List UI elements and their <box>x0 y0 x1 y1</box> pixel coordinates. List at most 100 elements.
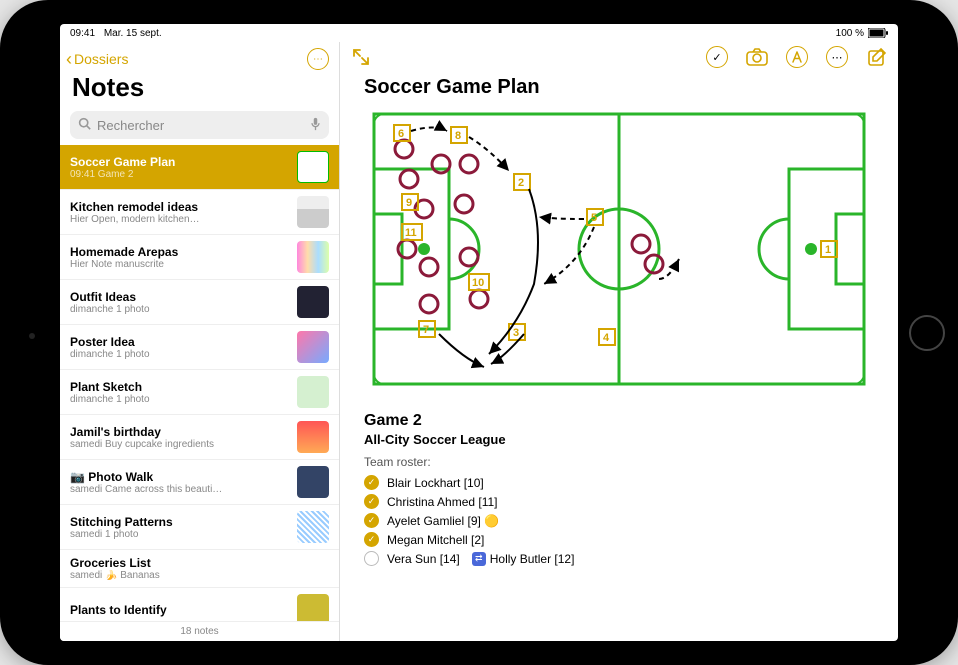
note-row-sub: 09:41 Game 2 <box>70 169 289 180</box>
note-row-title: Outfit Ideas <box>70 290 289 304</box>
roster-name: Megan Mitchell [2] <box>387 533 484 547</box>
note-row[interactable]: Plant Sketchdimanche 1 photo <box>60 370 339 415</box>
note-row-title: Homemade Arepas <box>70 245 289 259</box>
note-row-sub: dimanche 1 photo <box>70 304 289 315</box>
roster-name: Christina Ahmed [11] <box>387 495 498 509</box>
screen: 09:41 Mar. 15 sept. 100 % ‹ Dossiers ⋯ N… <box>60 24 898 641</box>
note-thumbnail <box>297 151 329 183</box>
player-2: 2 <box>514 174 530 190</box>
note-row-sub: samedi Buy cupcake ingredients <box>70 439 289 450</box>
svg-text:7: 7 <box>423 324 429 336</box>
note-thumbnail <box>297 331 329 363</box>
note-row[interactable]: Soccer Game Plan09:41 Game 2 <box>60 145 339 190</box>
back-button[interactable]: ‹ Dossiers <box>66 49 128 70</box>
note-row-sub: samedi 1 photo <box>70 529 289 540</box>
roster-item[interactable]: ✓ Christina Ahmed [11] <box>364 494 874 509</box>
svg-text:11: 11 <box>405 227 417 239</box>
checklist-checkbox[interactable]: ✓ <box>364 513 379 528</box>
checklist-checkbox[interactable]: ✓ <box>364 494 379 509</box>
player-6: 6 <box>394 125 410 141</box>
note-row-title: Stitching Patterns <box>70 515 289 529</box>
note-row-sub: dimanche 1 photo <box>70 349 289 360</box>
note-row[interactable]: Plants to Identify <box>60 588 339 621</box>
note-row[interactable]: 📷 Photo Walksamedi Came across this beau… <box>60 460 339 505</box>
roster-item[interactable]: ✓ Blair Lockhart [10] <box>364 475 874 490</box>
roster-item[interactable]: ✓Ayelet Gamliel [9] 🟡 <box>364 513 874 528</box>
sidebar-header: ‹ Dossiers ⋯ <box>60 42 339 70</box>
note-row-title: 📷 Photo Walk <box>70 470 289 484</box>
search-icon <box>78 117 91 133</box>
game-heading: Game 2 <box>364 412 874 430</box>
note-row[interactable]: Kitchen remodel ideasHier Open, modern k… <box>60 190 339 235</box>
svg-text:9: 9 <box>406 197 412 209</box>
dictation-icon[interactable] <box>310 117 321 134</box>
svg-text:6: 6 <box>398 128 404 140</box>
note-thumbnail <box>297 241 329 273</box>
sidebar-footer: 18 notes <box>60 621 339 641</box>
roster-swap: ⇄Holly Butler [12] <box>472 552 575 566</box>
note-row-title: Jamil's birthday <box>70 425 289 439</box>
note-thumbnail <box>297 511 329 543</box>
svg-text:10: 10 <box>472 277 484 289</box>
note-thumbnail <box>297 594 329 621</box>
soccer-field-drawing: 6 8 2 9 11 10 7 3 5 4 1 <box>364 109 874 389</box>
player-4: 4 <box>599 329 615 345</box>
expand-icon[interactable] <box>350 46 372 68</box>
roster-name: Vera Sun [14] <box>387 552 460 566</box>
note-row-sub: dimanche 1 photo <box>70 394 289 405</box>
svg-text:2: 2 <box>518 177 524 189</box>
checklist-checkbox[interactable]: ✓ <box>364 532 379 547</box>
back-label: Dossiers <box>74 51 128 67</box>
roster-label: Team roster: <box>364 455 874 469</box>
app-body: ‹ Dossiers ⋯ Notes Rechercher Soccer Gam… <box>60 42 898 641</box>
note-row-title: Plants to Identify <box>70 603 289 617</box>
battery-percent: 100 % <box>836 28 864 39</box>
note-row[interactable]: Groceries Listsamedi 🍌 Bananas <box>60 550 339 588</box>
toolbar-actions: ✓ ⋯ <box>706 46 888 68</box>
status-right: 100 % <box>836 28 888 39</box>
compose-icon[interactable] <box>866 46 888 68</box>
search-input[interactable]: Rechercher <box>70 111 329 139</box>
roster-name: Blair Lockhart [10] <box>387 476 484 490</box>
note-row-title: Plant Sketch <box>70 380 289 394</box>
status-time: 09:41 <box>70 28 95 39</box>
note-row[interactable]: Stitching Patternssamedi 1 photo <box>60 505 339 550</box>
more-options-icon[interactable]: ⋯ <box>307 48 329 70</box>
note-title: Soccer Game Plan <box>364 76 874 99</box>
note-row-title: Kitchen remodel ideas <box>70 200 289 214</box>
svg-text:4: 4 <box>603 332 610 344</box>
more-icon[interactable]: ⋯ <box>826 46 848 68</box>
note-row[interactable]: Jamil's birthdaysamedi Buy cupcake ingre… <box>60 415 339 460</box>
checklist-checkbox[interactable] <box>364 551 379 566</box>
checklist-icon[interactable]: ✓ <box>706 46 728 68</box>
camera-icon[interactable] <box>746 46 768 68</box>
note-row[interactable]: Outfit Ideasdimanche 1 photo <box>60 280 339 325</box>
home-button[interactable] <box>909 315 945 351</box>
note-row-title: Groceries List <box>70 556 329 570</box>
swap-icon: ⇄ <box>472 552 486 566</box>
checklist-checkbox[interactable]: ✓ <box>364 475 379 490</box>
status-bar: 09:41 Mar. 15 sept. 100 % <box>60 24 898 42</box>
note-row[interactable]: Homemade ArepasHier Note manuscrite <box>60 235 339 280</box>
player-8: 8 <box>451 127 467 143</box>
league-heading: All-City Soccer League <box>364 432 874 447</box>
svg-text:5: 5 <box>591 212 597 224</box>
player-10: 10 <box>469 274 489 290</box>
note-thumbnail <box>297 376 329 408</box>
player-11: 11 <box>402 224 422 240</box>
svg-text:1: 1 <box>825 244 831 256</box>
svg-text:3: 3 <box>513 327 519 339</box>
note-thumbnail <box>297 196 329 228</box>
note-list[interactable]: Soccer Game Plan09:41 Game 2Kitchen remo… <box>60 145 339 621</box>
note-row-sub: Hier Open, modern kitchen… <box>70 214 289 225</box>
roster-item[interactable]: Vera Sun [14] ⇄Holly Butler [12] <box>364 551 874 566</box>
note-row-sub: samedi 🍌 Bananas <box>70 570 329 581</box>
note-row[interactable]: Poster Ideadimanche 1 photo <box>60 325 339 370</box>
note-row-sub: samedi Came across this beauti… <box>70 484 289 495</box>
battery-icon <box>868 28 888 38</box>
status-date: Mar. 15 sept. <box>104 28 162 39</box>
note-body[interactable]: Soccer Game Plan <box>340 72 898 641</box>
ipad-device-frame: 09:41 Mar. 15 sept. 100 % ‹ Dossiers ⋯ N… <box>0 0 958 665</box>
markup-icon[interactable] <box>786 46 808 68</box>
roster-item[interactable]: ✓ Megan Mitchell [2] <box>364 532 874 547</box>
